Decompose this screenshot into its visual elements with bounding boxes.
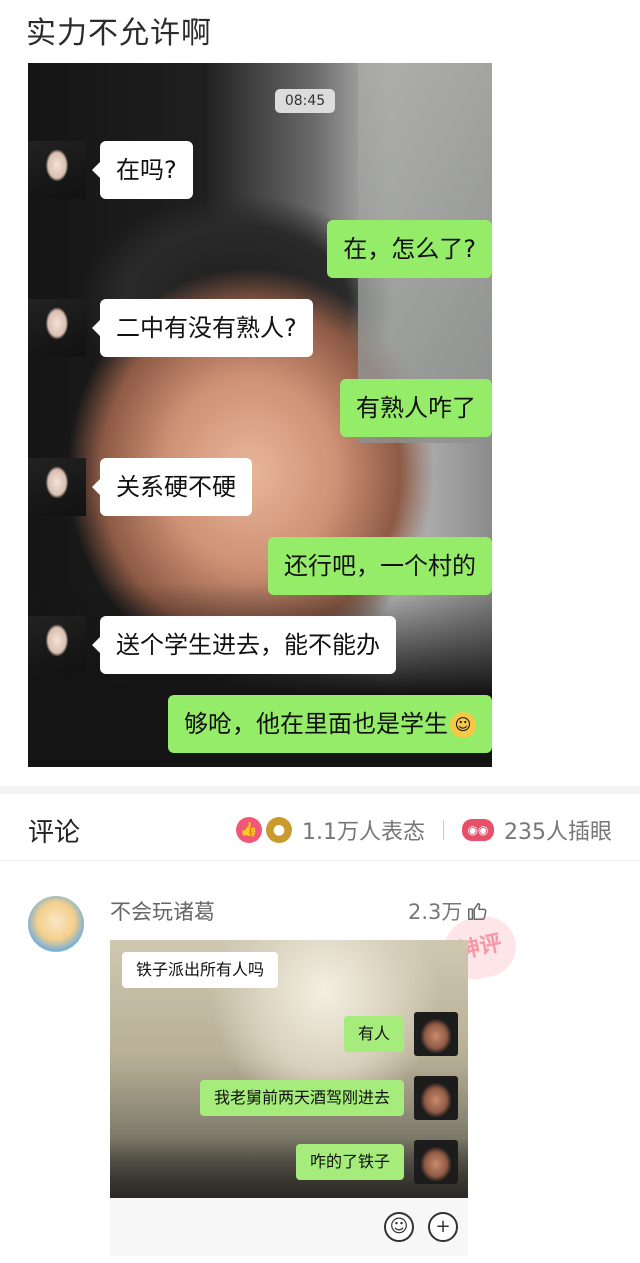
grin-emoji-icon: ☺ bbox=[450, 712, 476, 738]
chat-bubble-in: 二中有没有熟人? bbox=[92, 299, 313, 357]
eyes-icon: ◉◉ bbox=[462, 819, 494, 841]
chat-bubble-in: 关系硬不硬 bbox=[92, 458, 252, 516]
comment-image[interactable]: 铁子派出所有人吗 有人 我老舅前两天酒驾刚进去 咋的了铁子 bbox=[110, 940, 468, 1198]
eyes-count: 235人插眼 bbox=[504, 820, 612, 845]
like-reaction-icon: 👍 bbox=[236, 817, 262, 843]
chat-bubble-out: 咋的了铁子 bbox=[295, 1144, 404, 1180]
commenter-name[interactable]: 不会玩诸葛 bbox=[110, 896, 215, 926]
chat-bubble-out: 我老舅前两天酒驾刚进去 bbox=[199, 1080, 404, 1116]
chat-bubble-out: 还行吧，一个村的 bbox=[268, 537, 492, 595]
chat-time: 08:45 bbox=[275, 89, 335, 113]
commenter-avatar[interactable] bbox=[28, 896, 84, 952]
avatar bbox=[414, 1076, 458, 1120]
reaction-summary[interactable]: 👍 ● 1.1万人表态 ◉◉ 235人插眼 bbox=[236, 814, 612, 846]
post-title: 实力不允许啊 bbox=[26, 16, 212, 51]
section-divider bbox=[0, 786, 640, 794]
avatar bbox=[414, 1140, 458, 1184]
chat-bubble-in: 在吗? bbox=[92, 141, 193, 199]
chat-bubble-in: 铁子派出所有人吗 bbox=[122, 952, 279, 988]
emoji-icon[interactable]: ☺ bbox=[384, 1212, 414, 1242]
chat-bubble-out: 够呛，他在里面也是学生 ☺ bbox=[168, 695, 492, 753]
chat-bubble-out: 有人 bbox=[343, 1016, 404, 1052]
chat-screenshot[interactable]: 08:45 在吗? 在，怎么了? 二中有没有熟人? 有熟人咋了 关系硬不硬 还行… bbox=[28, 63, 492, 767]
chat-bubble-out: 有熟人咋了 bbox=[340, 379, 492, 437]
avatar bbox=[28, 458, 86, 516]
avatar bbox=[28, 141, 86, 199]
avatar bbox=[28, 299, 86, 357]
chat-bubble-text: 够呛，他在里面也是学生 bbox=[184, 710, 448, 738]
plus-icon[interactable]: + bbox=[428, 1212, 458, 1242]
avatar bbox=[414, 1012, 458, 1056]
comments-title: 评论 bbox=[28, 818, 81, 848]
divider bbox=[443, 820, 444, 840]
chat-bubble-out: 在，怎么了? bbox=[327, 220, 492, 278]
reaction-count: 1.1万人表态 bbox=[302, 820, 425, 845]
doge-reaction-icon: ● bbox=[266, 817, 292, 843]
chat-bubble-in: 送个学生进去，能不能办 bbox=[92, 616, 396, 674]
divider bbox=[0, 860, 640, 861]
avatar bbox=[28, 616, 86, 674]
comment-like-count: 2.3万 bbox=[408, 900, 463, 924]
chat-input-bar bbox=[110, 1198, 468, 1256]
